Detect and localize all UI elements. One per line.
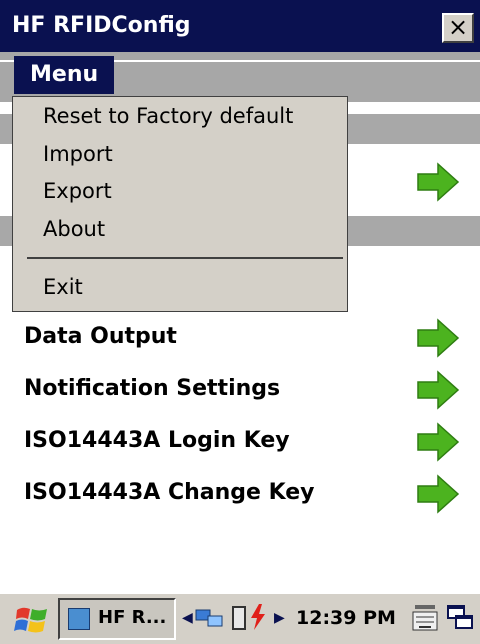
window-title: HF RFIDConfig	[12, 13, 191, 38]
go-arrow-icon[interactable]	[416, 370, 460, 410]
system-tray: ◀ ▶ 12:39 PM	[176, 598, 406, 640]
list-item-iso14443a-change-key[interactable]: ISO14443A Change Key	[0, 470, 480, 522]
close-button[interactable]: ×	[442, 13, 474, 43]
go-arrow-icon[interactable]	[416, 318, 460, 358]
taskbar-app-button[interactable]: HF R...	[58, 598, 176, 640]
menu-item-about[interactable]: About	[43, 214, 105, 244]
list-item-label: Data Output	[24, 324, 177, 349]
title-bar: HF RFIDConfig ×	[0, 0, 480, 52]
taskbar: HF R... ◀ ▶ 12:39 PM	[0, 592, 480, 644]
taskbar-app-label: HF R...	[98, 607, 167, 628]
go-arrow-icon[interactable]	[416, 422, 460, 462]
list-item-label: ISO14443A Change Key	[24, 480, 315, 505]
app-icon	[68, 608, 90, 630]
menu-item-export[interactable]: Export	[43, 176, 112, 206]
go-arrow-icon[interactable]	[416, 162, 460, 202]
tray-scroll-right-icon[interactable]: ▶	[274, 610, 285, 626]
network-icon[interactable]	[194, 606, 224, 630]
list-item-iso14443a-login-key[interactable]: ISO14443A Login Key	[0, 418, 480, 470]
screen: HF RFIDConfig × Menu Data Output Notific…	[0, 0, 480, 644]
keyboard-icon[interactable]	[412, 602, 438, 634]
list-item-notification-settings[interactable]: Notification Settings	[0, 366, 480, 418]
start-windows-icon[interactable]	[14, 604, 50, 636]
menu-button[interactable]: Menu	[14, 56, 114, 94]
switch-windows-icon[interactable]	[446, 602, 474, 634]
power-bolt-icon	[251, 604, 265, 630]
list-item-data-output[interactable]: Data Output	[0, 314, 480, 366]
battery-icon[interactable]	[232, 606, 246, 630]
menu-dropdown: Reset to Factory default Import Export A…	[12, 96, 348, 312]
go-arrow-icon[interactable]	[416, 474, 460, 514]
list-item-label: Notification Settings	[24, 376, 281, 401]
tray-scroll-left-icon[interactable]: ◀	[182, 610, 193, 626]
menu-item-import[interactable]: Import	[43, 139, 113, 169]
menu-separator	[27, 257, 343, 259]
menu-item-reset-factory-default[interactable]: Reset to Factory default	[43, 101, 293, 131]
menu-item-exit[interactable]: Exit	[43, 272, 83, 302]
list-item-label: ISO14443A Login Key	[24, 428, 290, 453]
clock[interactable]: 12:39 PM	[296, 605, 396, 631]
